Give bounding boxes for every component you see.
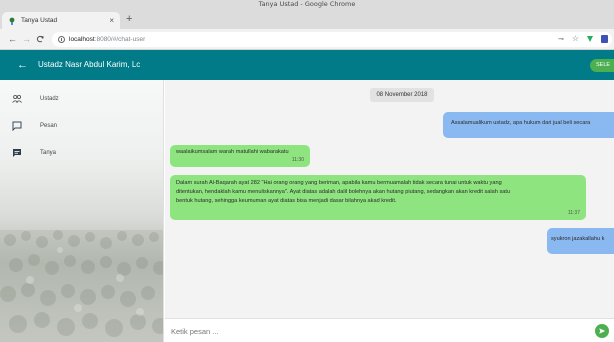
forward-nav-icon[interactable]: → [22, 33, 31, 45]
message-text: syukron jazakallahu k [551, 236, 605, 242]
bookmark-star-icon[interactable]: ☆ [572, 34, 579, 43]
message-text-line: bentuk hutang, sehingga keumuman ayat di… [176, 198, 397, 204]
tab-strip: Tanya Ustad × + [0, 9, 614, 29]
message-time: 11:37 [567, 210, 580, 216]
page-title: Ustadz Nasr Abdul Karim, Lc [38, 60, 141, 69]
send-icon [599, 328, 606, 334]
sidebar-item-ustadz[interactable]: Ustadz [12, 94, 59, 104]
extension-icon[interactable] [601, 34, 608, 43]
message-bubble-incoming: waalaikumsalam warah matullahi wabarakat… [170, 145, 310, 167]
crowd-background-image [0, 230, 163, 342]
sidebar-item-pesan[interactable]: Pesan [12, 121, 58, 132]
window-title: Tanya Ustad - Google Chrome [0, 0, 614, 9]
sidebar-item-label: Pesan [40, 123, 58, 129]
message-text: Assalamualikum ustadz, apa hukum dari ju… [451, 120, 591, 126]
reload-icon[interactable] [36, 33, 44, 46]
message-bubble-incoming: Dalam surah Al-Baqarah ayat 282 "Hai ora… [170, 175, 586, 220]
send-button[interactable] [595, 324, 609, 338]
tab-title: Tanya Ustad [21, 17, 58, 24]
browser-tab[interactable]: Tanya Ustad × [2, 12, 120, 29]
chat-filled-icon [12, 148, 22, 158]
url-path: :8080/#/chat-user [94, 36, 146, 43]
sidebar-item-label: Tanya [40, 150, 57, 156]
message-time: 11:30 [291, 157, 304, 163]
message-text: waalaikumsalam warah matullahi wabarakat… [176, 149, 289, 155]
browser-toolbar: ← → localhost:8080/#/chat-user ⊸ ☆ [0, 29, 614, 50]
tab-close-icon[interactable]: × [109, 16, 114, 25]
chat-outline-icon [12, 121, 22, 132]
info-icon[interactable] [58, 36, 65, 43]
select-button[interactable]: SELE [590, 59, 614, 72]
message-input-bar [165, 318, 614, 342]
favicon-icon [8, 17, 16, 25]
new-tab-button[interactable]: + [126, 13, 132, 25]
url-host: localhost [69, 36, 95, 43]
key-icon[interactable]: ⊸ [558, 35, 564, 43]
date-separator: 08 November 2018 [370, 88, 434, 102]
sidebar-item-label: Ustadz [40, 96, 59, 102]
sidebar: Ustadz Pesan Tanya [0, 80, 164, 342]
people-icon [12, 94, 22, 104]
chat-area[interactable]: 08 November 2018 Assalamualikum ustadz, … [165, 80, 614, 318]
back-nav-icon[interactable]: ← [8, 33, 17, 45]
message-bubble-outgoing: Assalamualikum ustadz, apa hukum dari ju… [443, 112, 614, 138]
message-text-line: Dalam surah Al-Baqarah ayat 282 "Hai ora… [176, 180, 502, 186]
message-bubble-outgoing: syukron jazakallahu k [547, 228, 614, 254]
address-bar[interactable]: localhost:8080/#/chat-user ⊸ ☆ [52, 32, 612, 47]
message-text-line: ditentukan, hendaklah kamu menuliskannya… [176, 189, 511, 195]
message-input[interactable] [171, 324, 571, 338]
app-header: ← Ustadz Nasr Abdul Karim, Lc SELE [0, 50, 614, 80]
filter-extension-icon[interactable] [587, 35, 593, 42]
sidebar-item-tanya[interactable]: Tanya [12, 148, 56, 158]
back-arrow-icon[interactable]: ← [17, 59, 28, 71]
